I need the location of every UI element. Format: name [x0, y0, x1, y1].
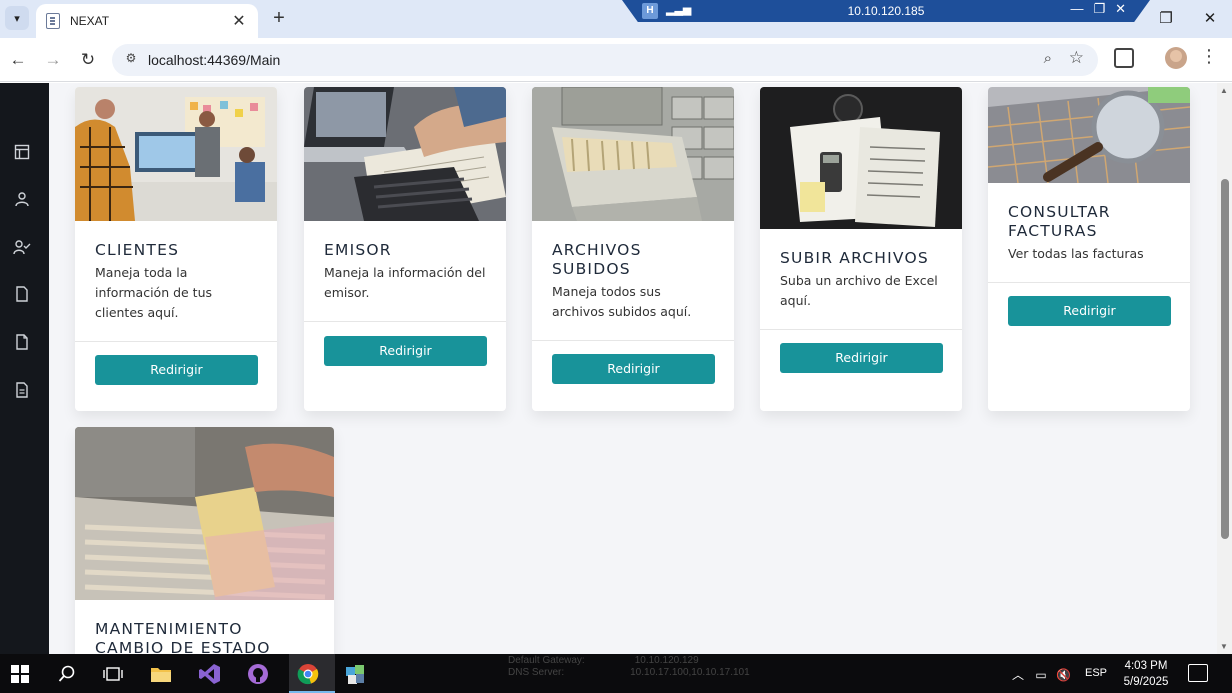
rdp-restore-icon[interactable]: ❐ [1093, 1, 1105, 17]
page-scrollbar[interactable]: ▲ ▼ [1217, 83, 1232, 654]
dns-value: 10.10.17.100,10.10.17.101 [630, 667, 750, 678]
url-text[interactable]: localhost:44369/Main [148, 52, 280, 68]
page-content: CLIENTES Maneja toda la información de t… [0, 83, 1232, 654]
time-text: 4:03 PM [1124, 660, 1168, 672]
close-tab-icon[interactable]: ✕ [230, 11, 248, 31]
rdp-minimize-icon[interactable]: — [1070, 1, 1083, 17]
card-divider [532, 340, 734, 341]
card-text: Maneja la información del emisor. [324, 265, 486, 300]
new-tab-button[interactable]: + [268, 7, 290, 29]
window-restore-icon[interactable]: ❐ [1144, 0, 1188, 36]
extensions-icon[interactable] [1114, 48, 1134, 68]
github-icon[interactable] [246, 662, 270, 686]
chevron-down-icon: ▾ [14, 12, 20, 25]
card-title: CLIENTES [95, 241, 180, 259]
card-image-file-cabinet [532, 87, 734, 221]
gateway-value: 10.10.120.129 [634, 655, 699, 666]
visual-studio-icon[interactable] [198, 662, 222, 686]
window-close-icon[interactable]: ✕ [1188, 0, 1232, 36]
chevron-up-icon[interactable]: ︿ [1012, 668, 1024, 682]
card-clientes: CLIENTES Maneja toda la información de t… [75, 87, 277, 411]
dns-label: DNS Server: [508, 667, 565, 678]
file-text-icon[interactable] [13, 381, 31, 399]
redirigir-button[interactable]: Redirigir [324, 336, 487, 366]
search-icon[interactable] [55, 662, 79, 686]
forward-button[interactable]: → [41, 48, 65, 72]
system-tray: ︿ ▭ 🔇 [1012, 666, 1071, 683]
browser-toolbar: ← → ↻ ⚙ localhost:44369/Main ⌕ ☆ ⋮ [0, 38, 1232, 82]
tab-title: NEXAT [70, 14, 110, 28]
card-divider [760, 329, 962, 330]
card-image-laptop [304, 87, 506, 221]
sidebar [0, 83, 49, 654]
app-cube-icon[interactable] [343, 662, 367, 686]
card-image-meeting [75, 87, 277, 221]
card-text: Ver todas las facturas [1008, 246, 1144, 261]
card-subir-archivos: SUBIR ARCHIVOS Suba un archivo de Excel … [760, 87, 962, 411]
browser-tab-strip: ▾ NEXAT ✕ + H ▂▃▅ 10.10.120.185 — ❐ ✕ ❐ … [0, 0, 1232, 38]
rdp-close-icon[interactable]: ✕ [1115, 1, 1126, 17]
card-archivos-subidos: ARCHIVOS SUBIDOS Maneja todos sus archiv… [532, 87, 734, 411]
back-button[interactable]: ← [6, 48, 30, 72]
page-favicon-icon [46, 13, 60, 29]
card-image-magnifier-keyboard [988, 87, 1190, 183]
address-bar[interactable]: ⚙ localhost:44369/Main ⌕ ☆ [112, 44, 1098, 76]
file-icon[interactable] [13, 285, 31, 303]
date-text: 5/9/2025 [1123, 676, 1169, 688]
scroll-down-icon[interactable]: ▼ [1220, 642, 1228, 651]
card-divider [75, 341, 277, 342]
scroll-up-icon[interactable]: ▲ [1220, 86, 1228, 95]
redirigir-button[interactable]: Redirigir [552, 354, 715, 384]
card-title: MANTENIMIENTO CAMBIO DE ESTADO [95, 620, 271, 654]
gateway-label: Default Gateway: [508, 655, 585, 666]
card-title: SUBIR ARCHIVOS [780, 249, 929, 267]
volume-muted-icon[interactable]: 🔇 [1056, 668, 1071, 682]
redirigir-button[interactable]: Redirigir [95, 355, 258, 385]
card-image-file-drawer [75, 427, 334, 600]
card-emisor: EMISOR Maneja la información del emisor.… [304, 87, 506, 411]
scrollbar-thumb[interactable] [1221, 179, 1229, 539]
card-text: Suba un archivo de Excel aquí. [780, 273, 938, 308]
network-info-overlay: Default Gateway: 10.10.120.129 DNS Server… [508, 655, 750, 679]
task-view-icon[interactable] [101, 662, 125, 686]
layout-icon[interactable] [13, 143, 31, 161]
card-text: Maneja toda la información de tus client… [95, 265, 213, 320]
file-explorer-icon[interactable] [149, 662, 173, 686]
redirigir-button[interactable]: Redirigir [1008, 296, 1171, 326]
tab-search-button[interactable]: ▾ [5, 6, 29, 30]
remote-desktop-bar: H ▂▃▅ 10.10.120.185 — ❐ ✕ [622, 0, 1150, 22]
card-title: ARCHIVOS SUBIDOS [552, 241, 642, 278]
windows-start-icon[interactable] [8, 662, 32, 686]
network-icon[interactable]: ▭ [1035, 668, 1046, 682]
user-check-icon[interactable] [13, 238, 31, 256]
zoom-icon[interactable]: ⌕ [1044, 50, 1052, 67]
site-info-icon[interactable]: ⚙ [122, 51, 140, 69]
card-image-calculator-documents [760, 87, 962, 229]
card-mantenimiento: MANTENIMIENTO CAMBIO DE ESTADO [75, 427, 334, 654]
card-divider [988, 282, 1190, 283]
card-title: EMISOR [324, 241, 392, 259]
clock[interactable]: 4:03 PM 5/9/2025 [1118, 658, 1174, 690]
card-consultar-facturas: CONSULTAR FACTURAS Ver todas las factura… [988, 87, 1190, 411]
profile-avatar[interactable] [1165, 47, 1187, 69]
browser-menu-icon[interactable]: ⋮ [1200, 46, 1218, 67]
file-2-icon[interactable] [13, 333, 31, 351]
card-text: Maneja todos sus archivos subidos aquí. [552, 284, 692, 319]
browser-tab[interactable]: NEXAT ✕ [36, 4, 258, 38]
chrome-icon[interactable] [296, 662, 320, 686]
language-indicator[interactable]: ESP [1085, 667, 1107, 679]
redirigir-button[interactable]: Redirigir [780, 343, 943, 373]
reload-button[interactable]: ↻ [76, 48, 100, 72]
bookmark-star-icon[interactable]: ☆ [1069, 48, 1084, 68]
windows-taskbar: Default Gateway: 10.10.120.129 DNS Server… [0, 654, 1232, 693]
card-title: CONSULTAR FACTURAS [1008, 203, 1111, 240]
card-divider [304, 321, 506, 322]
notification-center-icon[interactable] [1188, 664, 1208, 682]
user-icon[interactable] [13, 190, 31, 208]
